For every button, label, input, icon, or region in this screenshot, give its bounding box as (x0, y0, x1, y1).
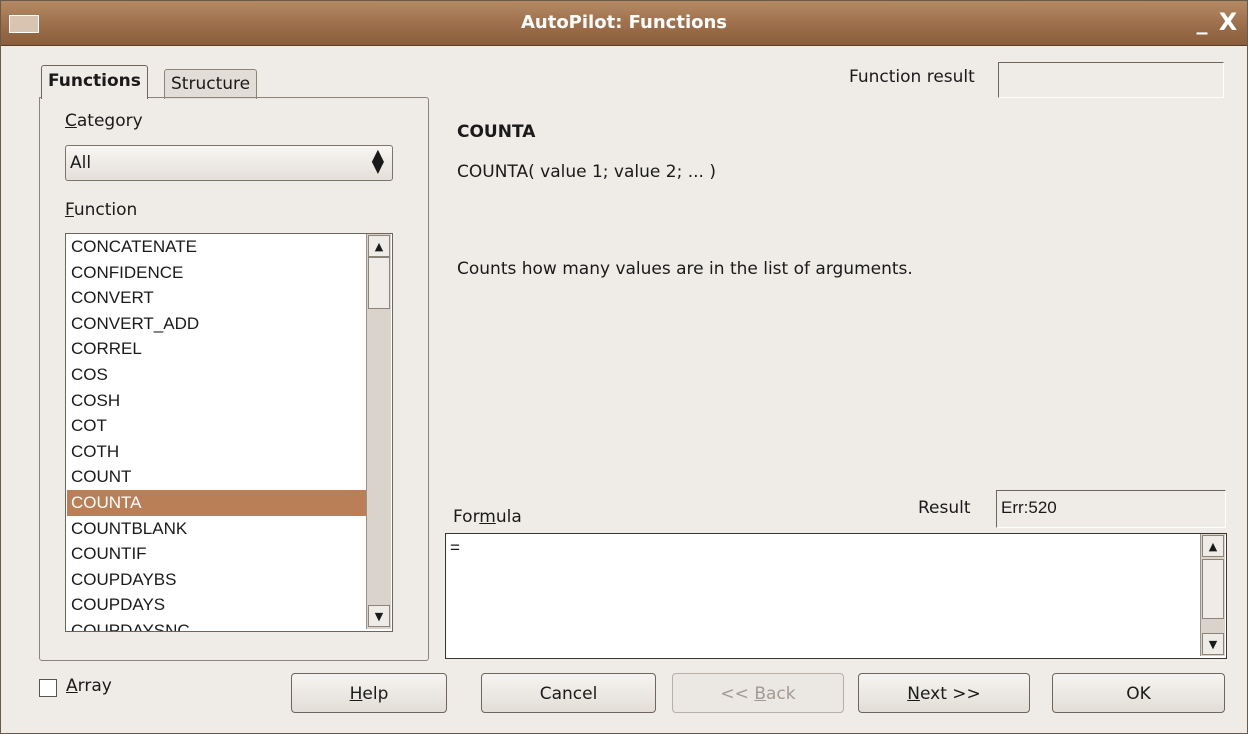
ok-button[interactable]: OK (1052, 673, 1225, 713)
function-result-label: Function result (849, 67, 975, 87)
function-list-item[interactable]: COTH (67, 439, 369, 465)
scroll-down-icon[interactable]: ▼ (368, 605, 390, 627)
function-name: COUNTA (457, 122, 536, 142)
function-list-item[interactable]: CONCATENATE (67, 234, 369, 260)
formula-label: Formula (453, 507, 522, 527)
category-label: Category (65, 111, 143, 131)
function-list-item[interactable]: COT (67, 413, 369, 439)
function-list-item[interactable]: COUNTBLANK (67, 516, 369, 542)
result-label: Result (918, 498, 971, 518)
function-list-item[interactable]: COSH (67, 388, 369, 414)
function-list-item[interactable]: COUPDAYBS (67, 567, 369, 593)
minimize-icon[interactable]: _ (1189, 10, 1215, 36)
result-field: Err:520 (996, 490, 1226, 528)
function-syntax: COUNTA( value 1; value 2; ... ) (457, 162, 716, 182)
function-list-scrollbar[interactable]: ▲ ▼ (366, 234, 391, 629)
formula-text: = (450, 538, 460, 557)
title-bar[interactable]: AutoPilot: Functions _ X (1, 1, 1247, 46)
function-label: Function (65, 200, 138, 220)
autopilot-functions-dialog: AutoPilot: Functions _ X Functions Struc… (0, 0, 1248, 734)
tab-functions[interactable]: Functions (41, 65, 148, 99)
window-title: AutoPilot: Functions (520, 12, 728, 33)
function-list-item[interactable]: CORREL (67, 336, 369, 362)
scroll-up-icon[interactable]: ▲ (368, 235, 390, 257)
result-value: Err:520 (1001, 498, 1057, 517)
function-list[interactable]: CONCATENATE CONFIDENCE CONVERT CONVERT_ADD C… (65, 233, 393, 632)
category-select[interactable]: All ▲ ▼ (65, 145, 393, 181)
function-list-item[interactable]: CONVERT_ADD (67, 311, 369, 337)
function-list-item[interactable]: COUPDAYS (67, 592, 369, 618)
tab-structure[interactable]: Structure (164, 69, 258, 99)
cancel-button[interactable]: Cancel (481, 673, 656, 713)
function-list-item[interactable]: COUNTIF (67, 541, 369, 567)
close-icon[interactable]: X (1215, 10, 1241, 36)
scroll-thumb[interactable] (368, 257, 390, 309)
function-list-item[interactable]: CONFIDENCE (67, 260, 369, 286)
up-down-arrows-icon: ▲ ▼ (371, 145, 384, 176)
formula-scrollbar[interactable]: ▲ ▼ (1200, 534, 1225, 656)
function-list-item[interactable]: COUNTA (67, 490, 369, 516)
function-list-item[interactable]: COUPDAYSNC (67, 618, 369, 631)
scroll-down-icon[interactable]: ▼ (1202, 633, 1224, 655)
function-description: Counts how many values are in the list o… (457, 259, 913, 279)
function-result-field (998, 62, 1224, 98)
function-list-item[interactable]: CONVERT (67, 285, 369, 311)
back-button[interactable]: << Back (672, 673, 844, 713)
scroll-thumb[interactable] (1202, 559, 1224, 619)
function-list-item[interactable]: COUNT (67, 464, 369, 490)
scroll-up-icon[interactable]: ▲ (1202, 535, 1224, 557)
category-value: All (70, 153, 92, 173)
array-checkbox[interactable] (39, 679, 57, 697)
formula-input[interactable]: = ▲ ▼ (445, 533, 1227, 659)
next-button[interactable]: Next >> (858, 673, 1030, 713)
array-label[interactable]: Array (66, 676, 112, 696)
function-list-item[interactable]: COS (67, 362, 369, 388)
help-button[interactable]: Help (291, 673, 447, 713)
